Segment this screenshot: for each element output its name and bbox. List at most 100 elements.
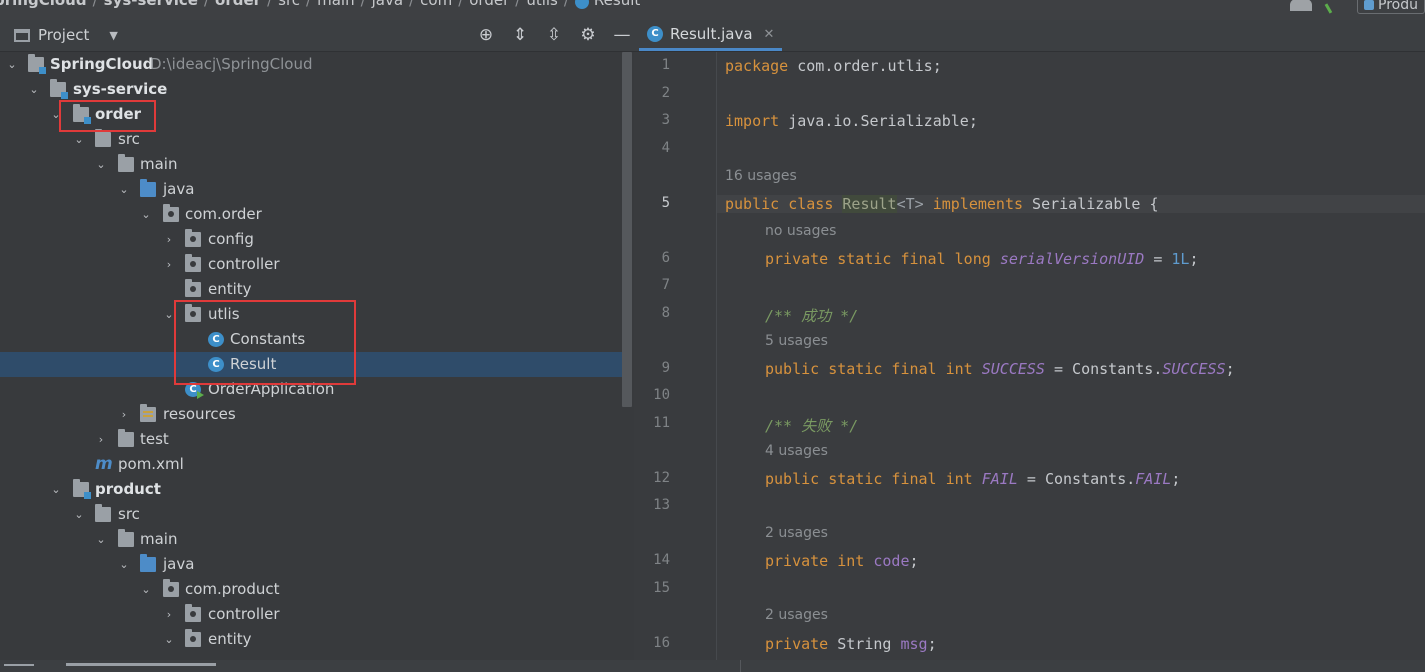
tree-item-entity[interactable]: entity	[0, 277, 622, 302]
class-icon: C	[208, 357, 224, 372]
chevron-down-icon[interactable]: ⌄	[73, 127, 85, 152]
line-number: 6	[661, 250, 670, 266]
tab-label: Result.java	[670, 25, 753, 43]
tree-item-constants[interactable]: C Constants	[0, 327, 622, 352]
tree-item-label: entity	[208, 630, 252, 648]
tree-item-main[interactable]: ⌄ main	[0, 152, 622, 177]
source-folder-icon	[140, 179, 156, 197]
chevron-right-icon[interactable]: ›	[163, 602, 175, 627]
tree-item-result[interactable]: C Result	[0, 352, 622, 377]
line-number: 14	[653, 552, 670, 568]
breadcrumb-item[interactable]: main	[317, 0, 354, 9]
gear-icon[interactable]: ⚙	[576, 24, 600, 46]
chevron-down-icon[interactable]: ⌄	[28, 77, 40, 102]
tree-item-com-product[interactable]: ⌄ com.product	[0, 577, 622, 602]
chevron-down-icon[interactable]: ⌄	[140, 202, 152, 227]
usages-hint[interactable]: 2 usages	[765, 607, 828, 623]
breadcrumb-item[interactable]: java	[372, 0, 403, 9]
chevron-down-icon[interactable]: ⌄	[95, 527, 107, 552]
collapse-all-icon[interactable]: ⇳	[542, 24, 566, 46]
chevron-down-icon[interactable]: ⌄	[163, 302, 175, 327]
chevron-down-icon: ▼	[109, 28, 118, 42]
tree-item-com-order[interactable]: ⌄ com.order	[0, 202, 622, 227]
tree-item-config[interactable]: › config	[0, 227, 622, 252]
breadcrumb-item[interactable]: com	[420, 0, 452, 9]
breadcrumb-item[interactable]: pringCloud	[0, 0, 87, 9]
line-number: 4	[661, 140, 670, 156]
run-configuration-selector[interactable]: Produ	[1357, 0, 1425, 14]
tree-item-pom[interactable]: m pom.xml	[0, 452, 622, 477]
usages-hint[interactable]: 2 usages	[765, 525, 828, 541]
line-number: 10	[653, 387, 670, 403]
tree-item-label: entity	[208, 280, 252, 298]
chevron-down-icon[interactable]: ⌄	[73, 502, 85, 527]
chevron-down-icon[interactable]: ⌄	[95, 152, 107, 177]
run-tab-product-application[interactable]	[66, 663, 216, 666]
close-icon[interactable]: ✕	[764, 27, 775, 42]
tree-item-sys-service[interactable]: ⌄ sys-service	[0, 77, 622, 102]
class-icon: C	[208, 332, 224, 347]
tree-item-label: resources	[163, 405, 236, 423]
locate-icon[interactable]: ⊕	[474, 24, 498, 46]
project-view-selector[interactable]: Project ▼	[14, 26, 118, 44]
tree-item-order[interactable]: ⌄ order	[0, 102, 622, 127]
chevron-down-icon[interactable]: ⌄	[6, 52, 18, 77]
tree-item-src[interactable]: ⌄ src	[0, 127, 622, 152]
line-number: 1	[661, 57, 670, 73]
usages-hint[interactable]: no usages	[765, 223, 836, 239]
breadcrumb-current[interactable]: Result	[594, 0, 640, 9]
tree-item-product-java[interactable]: ⌄ java	[0, 552, 622, 577]
minimize-icon[interactable]: —	[610, 24, 634, 46]
chevron-right-icon[interactable]: ›	[163, 227, 175, 252]
tree-item-label: src	[118, 130, 140, 148]
code-area[interactable]: package com.order.utlis; import java.io.…	[717, 52, 1425, 660]
tree-item-resources[interactable]: › resources	[0, 402, 622, 427]
tree-item-springcloud[interactable]: ⌄ SpringCloud D:\ideacj\SpringCloud	[0, 52, 622, 77]
tree-item-product-main[interactable]: ⌄ main	[0, 527, 622, 552]
tree-item-test[interactable]: › test	[0, 427, 622, 452]
tree-item-product-src[interactable]: ⌄ src	[0, 502, 622, 527]
tree-item-label: com.product	[185, 580, 280, 598]
breadcrumb-item[interactable]: sys-service	[104, 0, 198, 9]
breadcrumb-item[interactable]: order	[469, 0, 509, 9]
breadcrumb-item[interactable]: utlis	[526, 0, 558, 9]
build-icon[interactable]	[1324, 0, 1345, 14]
editor-tab-bar: C Result.java ✕	[634, 20, 1425, 52]
chevron-right-icon[interactable]: ›	[95, 427, 107, 452]
user-icon[interactable]	[1290, 0, 1313, 11]
tree-item-label: test	[140, 430, 169, 448]
chevron-down-icon[interactable]: ⌄	[118, 552, 130, 577]
chevron-down-icon[interactable]: ⌄	[50, 102, 62, 127]
chevron-down-icon[interactable]: ⌄	[50, 477, 62, 502]
status-item[interactable]	[4, 664, 34, 666]
tab-result-java[interactable]: C Result.java ✕	[639, 20, 783, 51]
tree-item-utlis[interactable]: ⌄ utlis	[0, 302, 622, 327]
chevron-right-icon[interactable]: ›	[118, 402, 130, 427]
chevron-right-icon[interactable]: ›	[163, 252, 175, 277]
tree-item-label: order	[95, 105, 142, 123]
tree-item-controller[interactable]: › controller	[0, 252, 622, 277]
breadcrumb: pringCloud / sys-service / order / src / mai…	[0, 0, 646, 9]
project-path: D:\ideacj\SpringCloud	[150, 55, 313, 73]
chevron-down-icon[interactable]: ⌄	[163, 627, 175, 652]
code-line: public static final int FAIL = Constants…	[765, 470, 1181, 488]
usages-hint[interactable]: 4 usages	[765, 443, 828, 459]
breadcrumb-item[interactable]: order	[215, 0, 261, 9]
expand-all-icon[interactable]: ⇕	[508, 24, 532, 46]
chevron-down-icon[interactable]: ⌄	[118, 177, 130, 202]
scrollbar[interactable]	[622, 52, 632, 407]
chevron-down-icon[interactable]: ⌄	[140, 577, 152, 602]
usages-hint[interactable]: 5 usages	[765, 333, 828, 349]
tree-item-product[interactable]: ⌄ product	[0, 477, 622, 502]
tree-item-order-application[interactable]: C OrderApplication	[0, 377, 622, 402]
class-icon	[574, 0, 589, 9]
breadcrumb-item[interactable]: src	[278, 0, 300, 9]
tree-item-label: main	[140, 530, 178, 548]
package-icon	[185, 279, 201, 297]
code-comment: /** 成功 */	[765, 307, 859, 325]
tree-item-product-entity[interactable]: ⌄ entity	[0, 627, 622, 652]
usages-hint[interactable]: 16 usages	[725, 168, 797, 184]
tree-item-java[interactable]: ⌄ java	[0, 177, 622, 202]
tree-item-product-controller[interactable]: › controller	[0, 602, 622, 627]
code-line: private String msg;	[765, 635, 937, 653]
